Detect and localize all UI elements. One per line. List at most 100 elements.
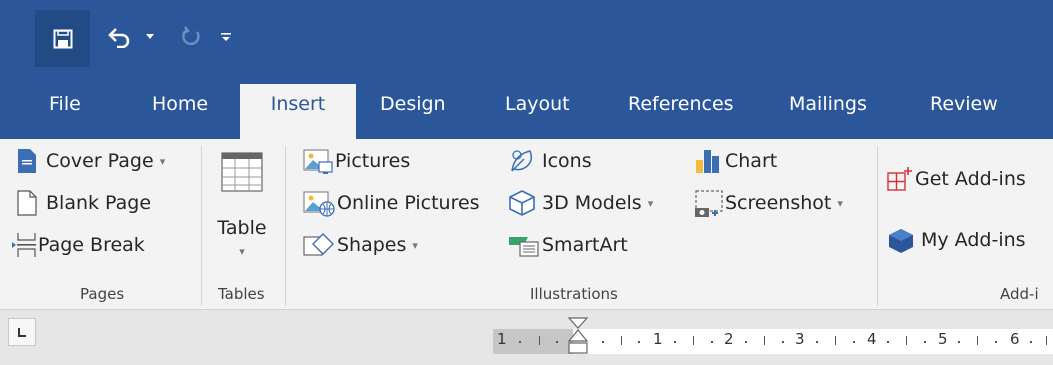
my-addins-button[interactable]: My Add-ins — [887, 224, 1026, 256]
ruler-tick — [853, 341, 855, 343]
ruler-number: 1 — [497, 330, 507, 348]
chevron-down-icon: ▾ — [159, 154, 166, 168]
ruler-tick — [977, 336, 978, 345]
tab-file[interactable]: File — [49, 84, 81, 124]
screenshot-button[interactable]: Screenshot ▾ — [693, 187, 843, 219]
undo-icon — [108, 28, 130, 48]
tab-home[interactable]: Home — [152, 84, 208, 124]
redo-icon — [182, 26, 200, 46]
tab-insert[interactable]: Insert — [240, 84, 356, 139]
get-addins-label: Get Add-ins — [915, 168, 1026, 190]
redo-button[interactable] — [176, 22, 206, 52]
left-tab-icon — [18, 328, 26, 337]
icons-button[interactable]: Icons — [508, 145, 592, 177]
ruler-tick — [693, 336, 694, 345]
chevron-down-icon: ▾ — [647, 196, 654, 210]
my-addins-icon — [889, 229, 913, 253]
chart-icon — [696, 150, 719, 173]
ruler-tick — [958, 341, 960, 343]
customize-qat-button[interactable] — [218, 22, 234, 52]
ruler-tick — [638, 341, 640, 343]
chart-label: Chart — [725, 150, 778, 172]
ruler-tick — [924, 341, 926, 343]
tab-references[interactable]: References — [628, 84, 734, 124]
addins-group-label: Add-i — [1000, 285, 1039, 303]
icons-icon — [511, 150, 533, 172]
blank-page-button[interactable]: Blank Page — [16, 187, 151, 219]
pages-group-label: Pages — [80, 285, 125, 303]
shapes-button[interactable]: Shapes ▾ — [303, 229, 418, 261]
smartart-icon — [509, 237, 539, 257]
ruler-tick — [539, 336, 540, 345]
ruler-tick — [1030, 341, 1032, 343]
ruler-number: 4 — [867, 330, 877, 348]
tab-selector[interactable] — [8, 318, 36, 346]
cover-page-button[interactable]: Cover Page ▾ — [16, 145, 165, 177]
pictures-icon — [303, 149, 333, 174]
undo-dropdown[interactable] — [142, 22, 158, 52]
ruler-number: 3 — [795, 330, 805, 348]
page-break-icon — [12, 233, 36, 257]
ruler-number: 5 — [938, 330, 948, 348]
ruler-tick — [887, 341, 889, 343]
ruler-number: 1 — [653, 330, 663, 348]
undo-button[interactable] — [104, 22, 134, 52]
3d-models-button[interactable]: 3D Models ▾ — [508, 187, 653, 219]
chart-button[interactable]: Chart — [693, 145, 777, 177]
page-break-button[interactable]: Page Break — [12, 229, 145, 261]
ruler-tick — [556, 341, 558, 343]
ruler-tick — [764, 336, 765, 345]
3d-models-label: 3D Models — [542, 192, 642, 214]
customize-qat-icon — [221, 33, 231, 41]
ruler-tick — [1046, 336, 1047, 345]
group-divider — [285, 146, 286, 306]
tab-mailings[interactable]: Mailings — [789, 84, 867, 124]
pictures-button[interactable]: Pictures — [303, 145, 410, 177]
save-button[interactable] — [35, 10, 90, 67]
blank-page-label: Blank Page — [46, 192, 152, 214]
my-addins-label: My Add-ins — [921, 229, 1026, 251]
indent-marker[interactable] — [567, 317, 589, 357]
blank-page-icon — [17, 190, 37, 216]
ruler-tick — [816, 341, 818, 343]
cube-icon — [509, 190, 535, 216]
chevron-down-icon — [146, 34, 154, 39]
tab-design[interactable]: Design — [380, 84, 446, 124]
ruler-tick — [745, 341, 747, 343]
pictures-label: Pictures — [335, 150, 411, 172]
smartart-button[interactable]: SmartArt — [508, 229, 628, 261]
online-pictures-button[interactable]: Online Pictures — [303, 187, 480, 219]
ruler-tick — [674, 341, 676, 343]
ruler-tick — [782, 341, 784, 343]
shapes-label: Shapes — [337, 234, 407, 256]
ruler-tick — [835, 336, 836, 345]
ruler-number: 6 — [1010, 330, 1020, 348]
ruler-tick — [995, 341, 997, 343]
chevron-down-icon: ▾ — [239, 245, 245, 258]
chevron-down-icon: ▾ — [837, 196, 843, 210]
ruler-tick — [906, 336, 907, 345]
get-addins-icon — [887, 167, 912, 191]
ruler-tick — [519, 341, 521, 343]
table-icon — [221, 152, 263, 192]
ruler-tick — [602, 341, 604, 343]
page-break-label: Page Break — [38, 234, 145, 256]
icons-label: Icons — [542, 150, 592, 172]
cover-page-label: Cover Page — [46, 150, 154, 172]
tab-review[interactable]: Review — [930, 84, 998, 124]
screenshot-label: Screenshot — [725, 192, 832, 214]
screenshot-icon — [695, 190, 723, 217]
ruler-tick — [711, 341, 713, 343]
get-addins-button[interactable]: Get Add-ins — [887, 163, 1026, 195]
ruler-number: 2 — [724, 330, 734, 348]
tab-layout[interactable]: Layout — [505, 84, 570, 124]
cover-page-icon — [18, 149, 36, 173]
online-pictures-label: Online Pictures — [337, 192, 480, 214]
ruler-tick — [621, 336, 622, 345]
illustrations-group-label: Illustrations — [530, 285, 618, 303]
table-button[interactable]: Table ▾ — [211, 145, 273, 270]
save-icon — [53, 29, 72, 48]
chevron-down-icon: ▾ — [412, 238, 418, 252]
shapes-icon — [303, 233, 334, 256]
table-label: Table — [217, 217, 267, 239]
